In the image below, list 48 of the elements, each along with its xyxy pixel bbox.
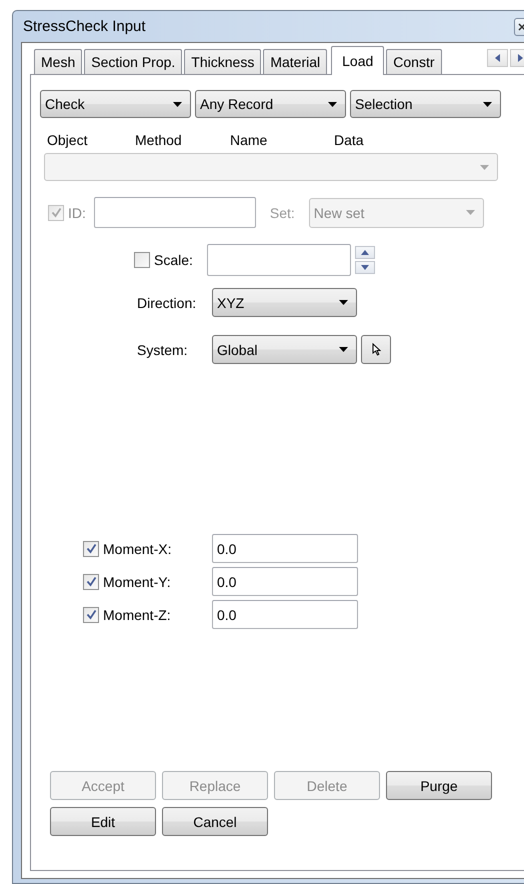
dropdown-arrow-icon: [339, 347, 348, 352]
tab[interactable]: Material: [263, 49, 328, 74]
checkbox-label: ID:: [68, 204, 86, 220]
set-label: Set:: [270, 204, 295, 220]
tab[interactable]: Section Prop.: [84, 49, 182, 74]
checkbox-label: Scale:: [154, 252, 193, 268]
tab[interactable]: Load: [331, 46, 384, 75]
dropdown-arrow-icon: [339, 300, 348, 305]
tab[interactable]: Thickness: [184, 49, 262, 74]
moment-field[interactable]: 0.0: [212, 567, 358, 596]
filter-dropdown[interactable]: Selection: [350, 90, 501, 118]
dropdown-arrow-icon: [483, 102, 492, 106]
spin-down-icon[interactable]: [354, 261, 375, 274]
checkbox-label: Moment-X:: [103, 540, 172, 556]
system-dropdown[interactable]: Global: [212, 335, 357, 364]
checkbox[interactable]: [134, 252, 150, 268]
column-header: Name: [230, 132, 268, 148]
checkbox-label: Moment-Z:: [103, 606, 171, 622]
dropdown-arrow-icon: [173, 102, 182, 106]
window-title: StressCheck Input: [23, 18, 146, 35]
checkbox[interactable]: [83, 606, 99, 622]
moment-field[interactable]: 0.0: [212, 600, 358, 629]
dropdown-arrow-icon: [480, 164, 489, 170]
scroll-left-icon[interactable]: [487, 49, 508, 67]
cursor-icon: [372, 343, 380, 356]
dropdown-arrow-icon: [466, 210, 475, 215]
direction-label: Direction:: [137, 294, 198, 310]
filter-dropdown[interactable]: Any Record: [195, 90, 346, 118]
filter-dropdown[interactable]: Check: [40, 90, 191, 118]
direction-dropdown[interactable]: XYZ: [212, 288, 357, 317]
action-button[interactable]: Cancel: [162, 807, 268, 836]
moment-field[interactable]: 0.0: [212, 534, 358, 563]
action-button[interactable]: Purge: [386, 771, 492, 800]
checkbox-label: Moment-Y:: [103, 574, 171, 590]
checkbox[interactable]: [83, 540, 99, 556]
checkbox[interactable]: [83, 574, 99, 590]
scale-field[interactable]: [206, 244, 351, 276]
spin-up-icon[interactable]: [354, 246, 375, 259]
system-label: System:: [137, 342, 189, 358]
column-header: Object: [47, 132, 88, 148]
pointer-button[interactable]: [361, 335, 391, 364]
tab[interactable]: Mesh: [34, 49, 82, 74]
action-button[interactable]: Edit: [50, 807, 156, 836]
column-header: Method: [135, 132, 183, 148]
column-header: Data: [334, 132, 365, 148]
dropdown-arrow-icon: [328, 102, 337, 106]
id-field[interactable]: [94, 197, 256, 228]
tab[interactable]: Constr: [386, 49, 442, 74]
